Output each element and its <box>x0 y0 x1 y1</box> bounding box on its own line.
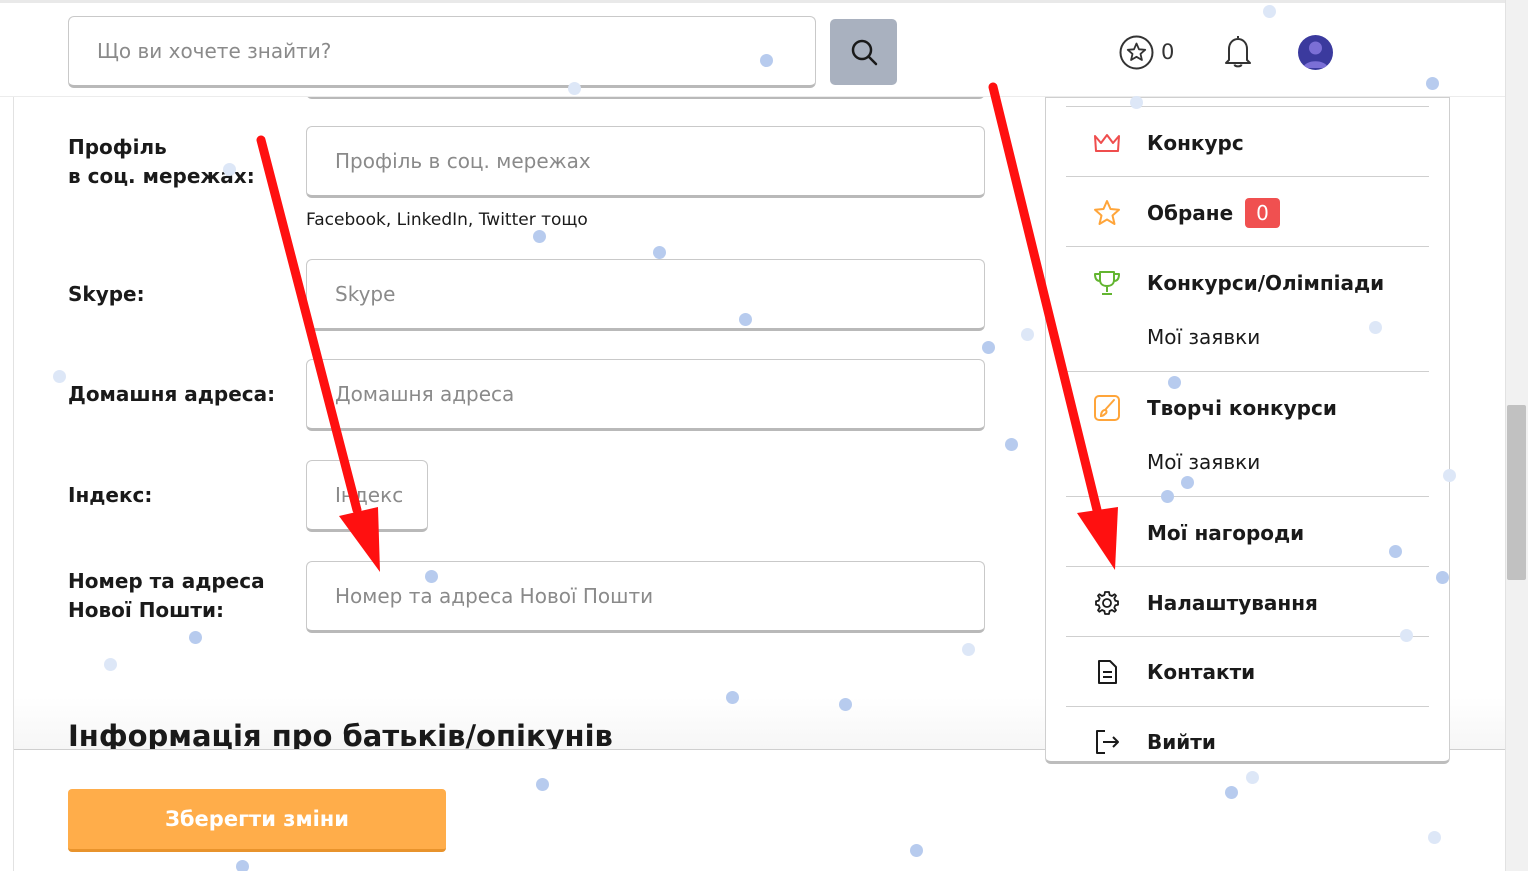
menu-label-contacts: Контакти <box>1147 660 1256 684</box>
nova-poshta-input[interactable] <box>306 561 985 633</box>
logout-icon <box>1092 727 1122 757</box>
crown-icon <box>1092 128 1122 158</box>
menu-item-creative[interactable]: Творчі конкурси <box>1046 383 1449 433</box>
menu-item-favorites[interactable]: Обране 0 <box>1046 188 1449 238</box>
menu-item-logout[interactable]: Вийти <box>1046 717 1449 761</box>
menu-divider <box>1066 636 1429 637</box>
home-address-label: Домашня адреса: <box>68 382 276 406</box>
menu-label-contest: Конкурс <box>1147 131 1244 155</box>
menu-label-settings: Налаштування <box>1147 591 1318 615</box>
menu-label-logout: Вийти <box>1147 730 1216 754</box>
nova-poshta-label: Номер та адреса Нової Пошти: <box>68 569 265 622</box>
menu-label-favorites: Обране <box>1147 201 1234 225</box>
menu-divider <box>1066 371 1429 372</box>
star-icon <box>1092 198 1122 228</box>
document-icon <box>1092 657 1122 687</box>
index-label: Індекс: <box>68 483 153 507</box>
previous-field-edge <box>306 97 985 99</box>
favorites-count: 0 <box>1161 40 1175 64</box>
user-avatar[interactable] <box>1298 35 1333 70</box>
top-header: 0 <box>0 0 1505 97</box>
menu-olympiads-applications[interactable]: Мої заявки <box>1147 325 1260 349</box>
paint-brush-icon <box>1092 393 1122 423</box>
social-profile-hint: Facebook, LinkedIn, Twitter тощо <box>306 210 588 230</box>
bell-icon <box>1225 36 1251 68</box>
search-icon <box>851 39 877 66</box>
menu-label-creative: Творчі конкурси <box>1147 396 1337 420</box>
menu-divider <box>1066 176 1429 177</box>
notifications-button[interactable] <box>1221 33 1255 73</box>
search-button[interactable] <box>830 19 897 85</box>
favorites-badge: 0 <box>1245 198 1280 228</box>
star-circle-icon <box>1119 35 1154 69</box>
menu-divider <box>1066 496 1429 497</box>
menu-item-awards[interactable]: Мої нагороди <box>1046 508 1449 558</box>
menu-label-olympiads: Конкурси/Олімпіади <box>1147 271 1385 295</box>
menu-creative-applications[interactable]: Мої заявки <box>1147 450 1260 474</box>
user-icon <box>1303 41 1328 68</box>
user-dropdown-menu: Конкурс Обране 0 Конкурси/Олімпіади Мої … <box>1045 97 1450 764</box>
menu-item-contest[interactable]: Конкурс <box>1046 118 1449 168</box>
menu-item-contacts[interactable]: Контакти <box>1046 647 1449 697</box>
parents-section-title: Інформація про батьків/опікунів <box>68 719 613 749</box>
menu-divider <box>1066 246 1429 247</box>
skype-input[interactable] <box>306 259 985 331</box>
scrollbar-thumb[interactable] <box>1507 405 1526 580</box>
gear-icon <box>1092 588 1122 618</box>
menu-label-awards: Мої нагороди <box>1147 521 1305 545</box>
index-input[interactable] <box>306 460 428 532</box>
save-changes-button[interactable]: Зберегти зміни <box>68 789 446 852</box>
menu-item-settings[interactable]: Налаштування <box>1046 578 1449 628</box>
favorites-counter[interactable]: 0 <box>1118 33 1174 71</box>
menu-divider <box>1066 566 1429 567</box>
menu-divider <box>1066 106 1429 107</box>
home-address-input[interactable] <box>306 359 985 431</box>
trophy-icon <box>1092 268 1122 298</box>
menu-divider <box>1066 706 1429 707</box>
social-profile-input[interactable] <box>306 126 985 198</box>
search-input[interactable] <box>68 16 816 88</box>
skype-label: Skype: <box>68 282 145 306</box>
social-profile-label: Профіль в соц. мережах: <box>68 135 255 188</box>
menu-item-olympiads[interactable]: Конкурси/Олімпіади <box>1046 258 1449 308</box>
